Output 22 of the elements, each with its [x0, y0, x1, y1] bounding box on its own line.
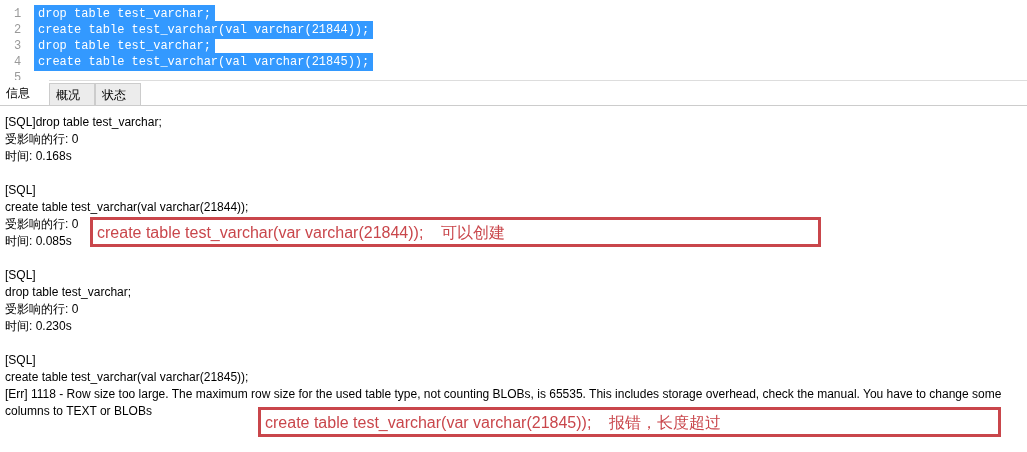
annotation-code: create table test_varchar(var varchar(21845));: [265, 413, 592, 431]
line-number: 4: [13, 54, 23, 71]
message-line: drop table test_varchar;: [5, 284, 132, 301]
message-line: 受影响的行: 0: [5, 301, 79, 318]
annotation-note: 可以创建: [441, 223, 506, 241]
tab[interactable]: 状态: [95, 83, 141, 105]
line-number: 3: [13, 38, 23, 55]
message-line: [SQL]drop table test_varchar;: [5, 114, 162, 131]
message-line: [SQL]: [5, 352, 36, 369]
message-line: create table test_varchar(val varchar(21844));: [5, 199, 249, 216]
message-line: 受影响的行: 0: [5, 216, 79, 233]
line-number: 2: [13, 22, 23, 39]
message-line: 受影响的行: 0: [5, 131, 79, 148]
message-line: [SQL]: [5, 267, 36, 284]
message-line: create table test_varchar(val varchar(21845));: [5, 369, 249, 386]
message-line: 时间: 0.230s: [5, 318, 72, 335]
line-number: 1: [13, 6, 23, 23]
message-line: 时间: 0.085s: [5, 233, 72, 250]
message-line: 时间: 0.168s: [5, 148, 72, 165]
tab[interactable]: 概况: [49, 83, 95, 105]
message-line: [SQL]: [5, 182, 36, 199]
annotation-code: create table test_varchar(var varchar(21844));: [97, 223, 424, 241]
